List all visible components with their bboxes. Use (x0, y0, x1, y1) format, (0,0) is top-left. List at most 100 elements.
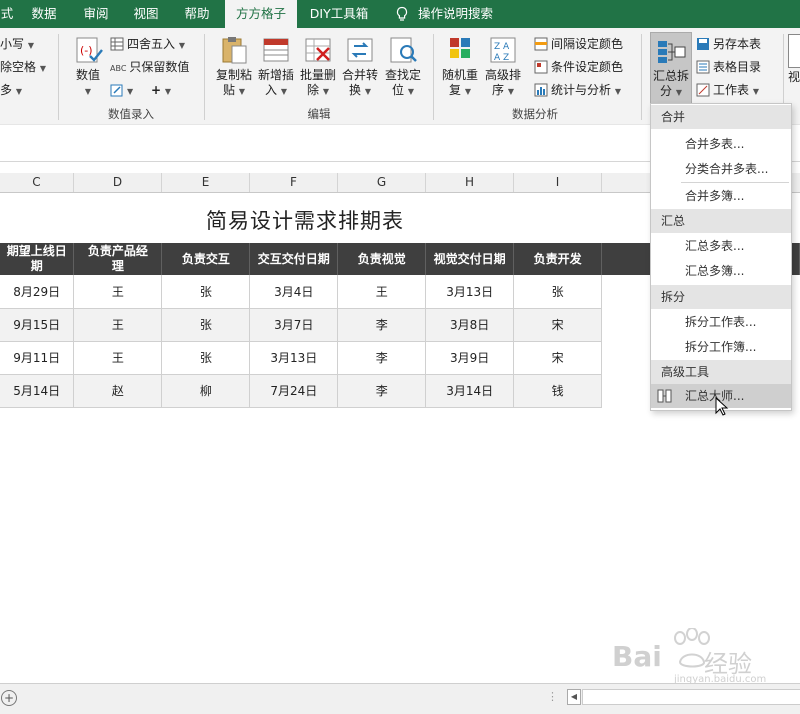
column-header-f[interactable]: F (250, 173, 338, 192)
table-cell[interactable]: 张 (513, 275, 603, 309)
table-cell[interactable]: 王 (73, 308, 163, 342)
menu-item-summary-sheets[interactable]: 汇总多表... (651, 234, 791, 258)
split-handle-icon[interactable]: ⋮ (547, 690, 558, 703)
stats-analysis-button[interactable]: 统计与分析 ▼ (534, 80, 621, 100)
advanced-sort-button[interactable]: Z AA Z 高级排序 ▼ (482, 34, 524, 99)
table-directory-button[interactable]: 表格目录 (696, 57, 761, 77)
ribbon-tab-bar: 式 数据 审阅 视图 帮助 方方格子 DIY工具箱 操作说明搜索 (0, 0, 800, 28)
tab-help[interactable]: 帮助 (175, 0, 219, 28)
menu-item-split-workbook[interactable]: 拆分工作簿... (651, 335, 791, 359)
group-label-analysis: 数据分析 (512, 107, 558, 121)
condition-color-button[interactable]: 条件设定颜色 (534, 57, 623, 77)
table-cell[interactable]: 3月14日 (425, 374, 515, 408)
save-sheet-button[interactable]: 另存本表 (696, 34, 761, 54)
column-header-c[interactable]: C (0, 173, 74, 192)
table-cell[interactable]: 3月13日 (249, 341, 339, 375)
round-button[interactable]: 四舍五入 ▼ (110, 34, 185, 54)
table-cell[interactable]: 李 (337, 374, 427, 408)
sheet-title[interactable]: 简易设计需求排期表 (160, 205, 450, 235)
group-label-edit: 编辑 (307, 107, 331, 121)
tab-formulas[interactable]: 式 (0, 0, 14, 28)
table-cell[interactable]: 3月4日 (249, 275, 339, 309)
table-cell[interactable]: 钱 (513, 374, 603, 408)
insert-button[interactable]: 新增插入 ▼ (256, 34, 296, 99)
header-cell[interactable]: 负责视觉 (337, 243, 427, 275)
table-cell[interactable]: 李 (337, 341, 427, 375)
tell-me-search[interactable]: 操作说明搜索 (418, 0, 504, 28)
table-cell[interactable]: 张 (161, 308, 251, 342)
lowercase-button[interactable]: 小写 ▼ (0, 34, 34, 54)
column-header-e[interactable]: E (162, 173, 250, 192)
keep-values-button[interactable]: ABC 只保留数值 (110, 57, 189, 77)
table-cell[interactable]: 3月13日 (425, 275, 515, 309)
header-cell[interactable]: 期望上线日期 (0, 243, 75, 275)
summary-split-button[interactable]: 汇总拆分 ▼ (650, 32, 692, 104)
table-cell[interactable]: 张 (161, 275, 251, 309)
table-cell[interactable]: 9月15日 (0, 308, 75, 342)
table-cell[interactable]: 王 (337, 275, 427, 309)
column-header-i[interactable]: I (514, 173, 602, 192)
table-cell[interactable]: 赵 (73, 374, 163, 408)
scroll-left-icon[interactable]: ◀ (567, 689, 581, 705)
menu-item-summary-workbooks[interactable]: 汇总多簿... (651, 259, 791, 283)
header-cell[interactable]: 交互交付日期 (249, 243, 339, 275)
summary-split-icon (658, 41, 686, 63)
tab-fangfangezi[interactable]: 方方格子 (225, 0, 297, 28)
table-cell[interactable]: 宋 (513, 341, 603, 375)
menu-item-merge-workbooks[interactable]: 合并多簿... (651, 184, 791, 208)
edit-chart-button[interactable]: ▼ + ▼ (110, 80, 171, 100)
baidu-watermark: Bai 经验 jingyan.baidu.com (612, 628, 792, 688)
table-cell[interactable]: 5月14日 (0, 374, 75, 408)
svg-text:Z A: Z A (494, 42, 510, 52)
abc-icon: ABC (110, 64, 127, 73)
more-button[interactable]: 多 ▼ (0, 80, 22, 100)
table-cell[interactable]: 李 (337, 308, 427, 342)
table-cell[interactable]: 3月7日 (249, 308, 339, 342)
tab-view[interactable]: 视图 (124, 0, 168, 28)
find-locate-button[interactable]: 查找定位 ▼ (382, 34, 424, 99)
table-cell[interactable]: 9月11日 (0, 341, 75, 375)
number-button[interactable]: (-) 数值 ▼ (70, 34, 106, 99)
lightbulb-icon[interactable] (394, 6, 410, 22)
header-cell[interactable]: 负责开发 (513, 243, 603, 275)
table-cell[interactable]: 王 (73, 275, 163, 309)
watermark-brand: Bai (612, 640, 662, 673)
copy-paste-button[interactable]: 复制粘贴 ▼ (214, 34, 254, 99)
tab-data[interactable]: 数据 (22, 0, 66, 28)
menu-header-summary: 汇总 (651, 209, 791, 233)
menu-item-split-sheet[interactable]: 拆分工作表... (651, 310, 791, 334)
remove-spaces-button[interactable]: 除空格 ▼ (0, 57, 46, 77)
menu-item-merge-sheets[interactable]: 合并多表... (651, 132, 791, 156)
table-cell[interactable]: 王 (73, 341, 163, 375)
summary-master-icon (657, 389, 672, 403)
plus-icon[interactable]: + (151, 83, 161, 97)
column-header-d[interactable]: D (74, 173, 162, 192)
table-cell[interactable]: 8月29日 (0, 275, 75, 309)
interval-color-button[interactable]: 间隔设定颜色 (534, 34, 623, 54)
table-cell[interactable]: 3月9日 (425, 341, 515, 375)
batch-delete-button[interactable]: 批量删除 ▼ (298, 34, 338, 99)
tab-diy-toolbox[interactable]: DIY工具箱 (303, 0, 375, 28)
header-cell[interactable]: 负责交互 (161, 243, 251, 275)
header-cell[interactable]: 负责产品经理 (73, 243, 163, 275)
merge-convert-button[interactable]: 合并转换 ▼ (340, 34, 380, 99)
directory-icon (696, 60, 710, 74)
random-repeat-button[interactable]: 随机重复 ▼ (440, 34, 480, 99)
worksheet-button[interactable]: 工作表 ▼ (696, 80, 759, 100)
header-cell[interactable]: 视觉交付日期 (425, 243, 515, 275)
column-header-h[interactable]: H (426, 173, 514, 192)
column-header-g[interactable]: G (338, 173, 426, 192)
tab-review[interactable]: 审阅 (74, 0, 118, 28)
stats-icon (534, 83, 548, 97)
table-cell[interactable]: 7月24日 (249, 374, 339, 408)
add-sheet-icon[interactable]: + (1, 690, 17, 706)
table-cell[interactable]: 柳 (161, 374, 251, 408)
table-cell[interactable]: 3月8日 (425, 308, 515, 342)
svg-text:(-): (-) (80, 44, 93, 57)
merge-convert-icon (347, 38, 373, 62)
table-cell[interactable]: 宋 (513, 308, 603, 342)
view-button-partial[interactable]: 视 (788, 34, 800, 85)
menu-item-category-merge[interactable]: 分类合并多表... (651, 157, 791, 181)
table-cell[interactable]: 张 (161, 341, 251, 375)
horizontal-scrollbar[interactable] (582, 689, 800, 705)
